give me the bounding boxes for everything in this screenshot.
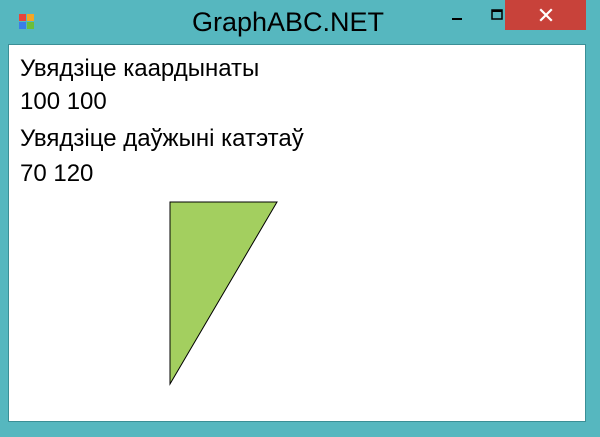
close-icon [538,8,553,22]
close-button[interactable] [505,0,586,30]
app-window: GraphABC.NET Увядзіце каардынаты 100 100… [0,0,600,437]
maximize-icon [491,9,503,20]
minimize-button[interactable] [440,0,474,30]
input-coordinates: 100 100 [20,88,107,115]
right-triangle [169,201,278,386]
minimize-icon [452,18,462,20]
prompt-legs: Увядзіце даўжыні катэтаў [20,125,304,152]
input-legs: 70 120 [20,160,94,187]
prompt-coordinates: Увядзіце каардынаты [20,55,260,82]
title-bar[interactable]: GraphABC.NET [0,0,600,44]
graph-window-client-area[interactable]: Увядзіце каардынаты 100 100 Увядзіце даў… [8,44,586,422]
